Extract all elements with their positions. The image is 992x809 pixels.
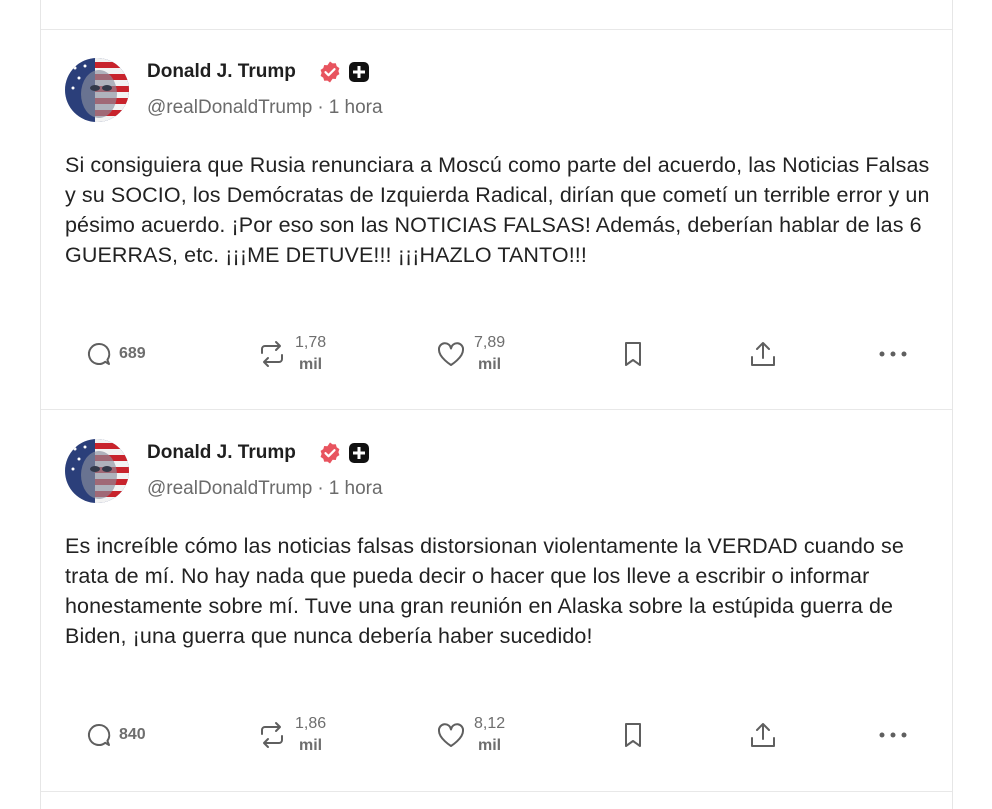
reply-button[interactable]: 689 [85,329,146,379]
repost-unit: mil [299,737,323,754]
like-button[interactable]: 8,12 mil [436,710,505,760]
post-text: Si consiguiera que Rusia renunciara a Mo… [65,153,930,267]
plus-badge-icon [349,443,369,463]
share-button[interactable] [748,710,778,760]
separator: · [317,478,324,499]
post[interactable]: Donald J. Trump @realDonaldTrump · 1 hora … [41,29,952,409]
repost-button[interactable]: 1,78 mil [257,329,326,379]
repost-button[interactable]: 1,86 mil [257,710,326,760]
more-icon [879,351,907,357]
like-unit: mil [478,737,502,754]
author-name[interactable]: Donald J. Trump [147,61,296,83]
like-icon [437,342,465,366]
post[interactable]: Donald J. Trump @realDonaldTrump · 1 hora … [41,410,952,790]
like-count: 8,12 mil [474,713,505,757]
like-button[interactable]: 7,89 mil [436,329,505,379]
post-actions: 689 1,78 mil 7,89 mil [41,329,952,379]
avatar[interactable] [65,439,129,503]
reply-count: 689 [119,345,146,362]
bookmark-icon [625,723,641,747]
reply-button[interactable]: 840 [85,710,146,760]
separator: · [317,97,324,118]
like-icon [437,723,465,747]
repost-value: 1,86 [295,715,327,732]
like-value: 8,12 [474,715,506,732]
repost-icon [261,341,283,367]
share-button[interactable] [748,329,778,379]
repost-count: 1,78 mil [295,332,326,376]
repost-count: 1,86 mil [295,713,326,757]
verified-icon [320,61,340,83]
handle-line: @realDonaldTrump · 1 hora [147,478,383,500]
repost-unit: mil [299,356,323,373]
author-handle[interactable]: @realDonaldTrump [147,478,312,499]
timeline-feed: Donald J. Trump @realDonaldTrump · 1 hora … [40,0,953,809]
post-actions: 840 1,86 mil 8,12 mil [41,710,952,760]
reply-icon [87,342,111,365]
repost-value: 1,78 [295,334,327,351]
author-handle[interactable]: @realDonaldTrump [147,97,312,118]
repost-icon [261,722,283,748]
bookmark-icon [625,342,641,366]
post-time[interactable]: 1 hora [329,478,383,499]
reply-count: 840 [119,726,146,743]
divider [41,791,952,792]
plus-badge-icon [349,62,369,82]
avatar[interactable] [65,58,129,122]
bookmark-button[interactable] [621,329,645,379]
reply-icon [87,723,111,746]
more-button[interactable] [877,329,909,379]
share-icon [751,342,775,366]
more-button[interactable] [877,710,909,760]
like-unit: mil [478,356,502,373]
post-text: Es increíble cómo las noticias falsas di… [65,534,904,648]
bookmark-button[interactable] [621,710,645,760]
author-name[interactable]: Donald J. Trump [147,442,296,464]
verified-icon [320,442,340,464]
more-icon [879,732,907,738]
share-icon [751,723,775,747]
post-time[interactable]: 1 hora [329,97,383,118]
handle-line: @realDonaldTrump · 1 hora [147,97,383,119]
like-value: 7,89 [474,334,506,351]
like-count: 7,89 mil [474,332,505,376]
